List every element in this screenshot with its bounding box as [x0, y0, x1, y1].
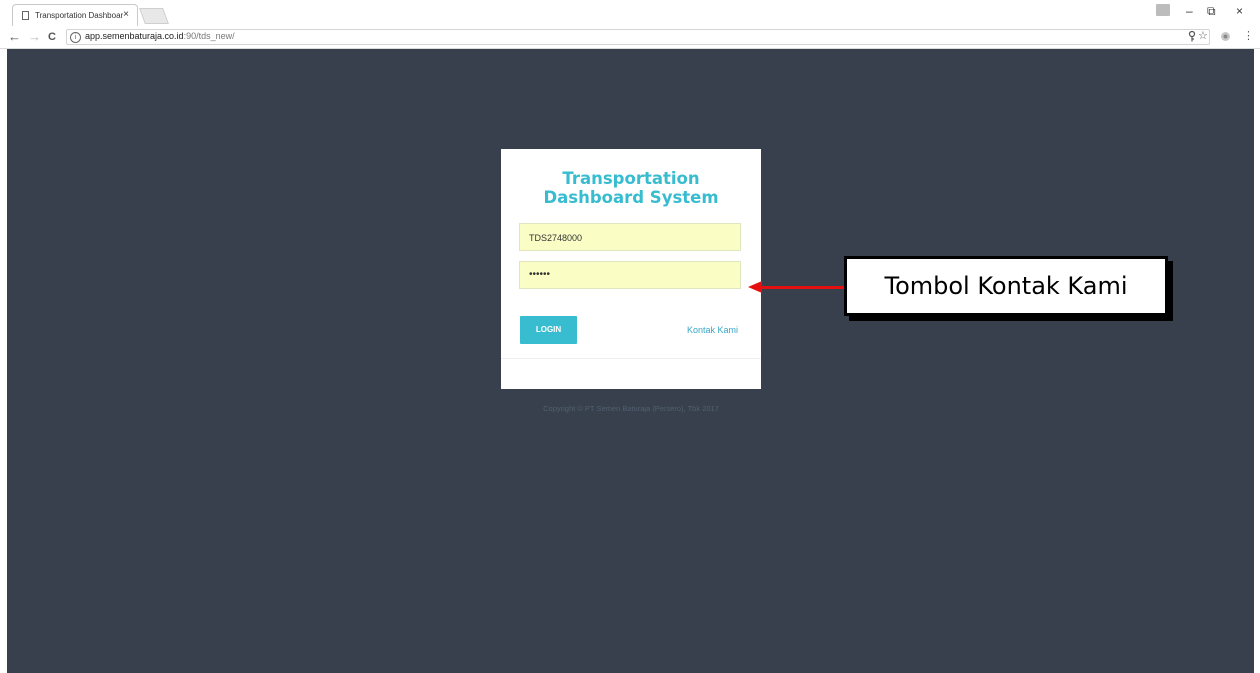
copyright-text: Copyright © PT Semen Baturaja (Persero),… [543, 404, 719, 413]
page-background: Transportation Dashboard System TDS27480… [7, 49, 1254, 673]
info-icon[interactable]: i [70, 32, 81, 43]
new-tab-button[interactable] [139, 8, 169, 24]
arrow-head [748, 281, 762, 293]
browser-tab[interactable]: Transportation Dashboar × [12, 4, 138, 26]
url-path: :90/tds_new/ [183, 31, 235, 41]
username-input[interactable]: TDS2748000 [519, 223, 741, 251]
document-icon [22, 11, 29, 20]
login-button[interactable]: LOGIN [520, 316, 577, 344]
menu-icon[interactable]: ⋮ [1243, 29, 1254, 42]
extension-icon[interactable] [1220, 31, 1231, 45]
app-title-text: Transportation Dashboard System [543, 169, 719, 207]
back-icon[interactable]: ← [8, 29, 21, 44]
restore-button[interactable]: ⧉ [1207, 4, 1216, 19]
reload-icon[interactable]: C [48, 31, 56, 43]
browser-titlebar: Transportation Dashboar × – ⧉ × [0, 0, 1260, 26]
forward-icon[interactable]: → [28, 29, 41, 44]
key-icon[interactable] [1188, 30, 1196, 45]
login-card: Transportation Dashboard System TDS27480… [501, 149, 761, 389]
card-divider [501, 358, 761, 359]
url-host: app.semenbaturaja.co.id [85, 31, 184, 41]
address-bar[interactable]: i app.semenbaturaja.co.id:90/tds_new/ [66, 29, 1210, 45]
annotation-label: Tombol Kontak Kami [844, 256, 1168, 316]
close-window-button[interactable]: × [1236, 4, 1243, 18]
password-input[interactable]: •••••• [519, 261, 741, 289]
url-text: app.semenbaturaja.co.id:90/tds_new/ [85, 31, 235, 41]
app-title: Transportation Dashboard System [501, 169, 761, 207]
minimize-button[interactable]: – [1186, 4, 1193, 18]
tab-close-icon[interactable]: × [123, 9, 129, 20]
arrow-line [762, 286, 844, 289]
browser-toolbar: ← → C i app.semenbaturaja.co.id:90/tds_n… [0, 28, 1260, 49]
profile-icon[interactable] [1156, 4, 1170, 16]
star-icon[interactable]: ☆ [1198, 29, 1208, 42]
contact-us-link[interactable]: Kontak Kami [687, 325, 738, 335]
tab-title: Transportation Dashboar [35, 11, 123, 20]
